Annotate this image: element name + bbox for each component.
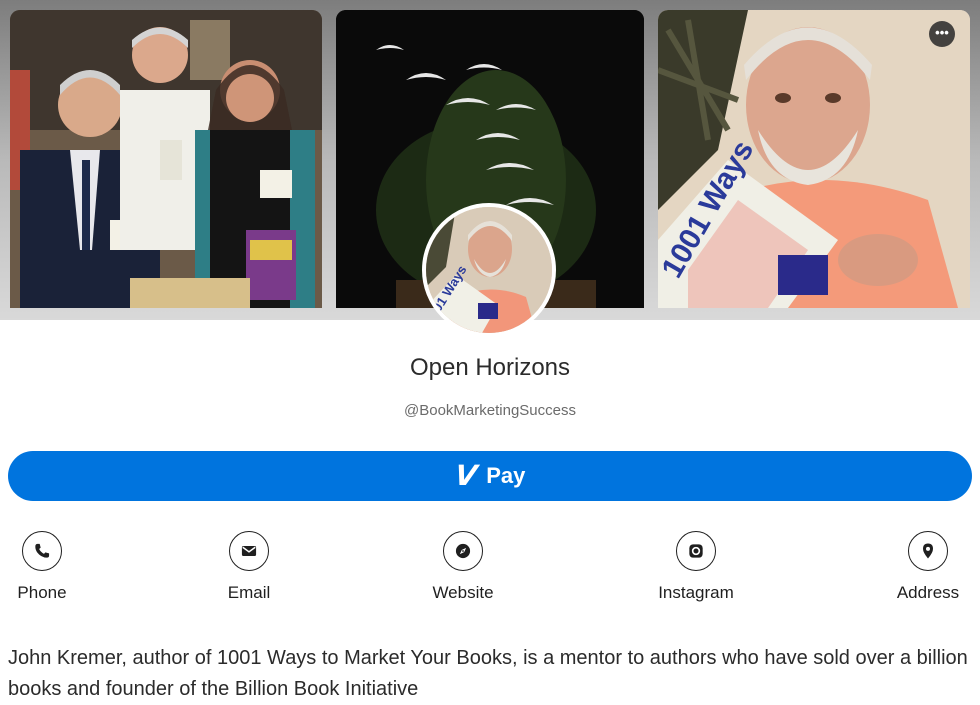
avatar[interactable]: 1001 Ways	[422, 203, 556, 337]
profile-page: 1001 Ways ••• 1001 Ways Open Horizons @B…	[0, 0, 980, 705]
author-holding-book-photo[interactable]: 1001 Ways •••	[658, 10, 970, 308]
instagram-icon	[676, 531, 716, 571]
profile-bio: John Kremer, author of 1001 Ways to Mark…	[8, 647, 968, 700]
more-horizontal-icon: •••	[935, 25, 949, 40]
pay-button-label: Pay	[486, 463, 526, 488]
more-options-button[interactable]: •••	[929, 21, 955, 47]
compass-icon	[443, 531, 483, 571]
contact-website-button[interactable]: Website	[403, 531, 523, 603]
profile-handle: @BookMarketingSuccess	[404, 402, 576, 419]
contact-phone-button[interactable]: Phone	[0, 531, 102, 603]
contact-label-address: Address	[896, 583, 960, 602]
contact-address-button[interactable]: Address	[868, 531, 980, 603]
event-group-photo[interactable]	[10, 10, 322, 308]
contact-label-phone: Phone	[17, 583, 67, 602]
contact-label-instagram: Instagram	[658, 583, 734, 602]
venmo-icon: V	[452, 459, 479, 492]
pay-button[interactable]: V Pay	[8, 451, 972, 501]
contact-email-button[interactable]: Email	[189, 531, 309, 603]
map-pin-icon	[908, 531, 948, 571]
contact-label-website: Website	[432, 583, 494, 602]
profile-name: Open Horizons	[409, 354, 571, 381]
contact-label-email: Email	[227, 583, 271, 602]
contact-instagram-button[interactable]: Instagram	[636, 531, 756, 603]
email-icon	[229, 531, 269, 571]
phone-icon	[22, 531, 62, 571]
